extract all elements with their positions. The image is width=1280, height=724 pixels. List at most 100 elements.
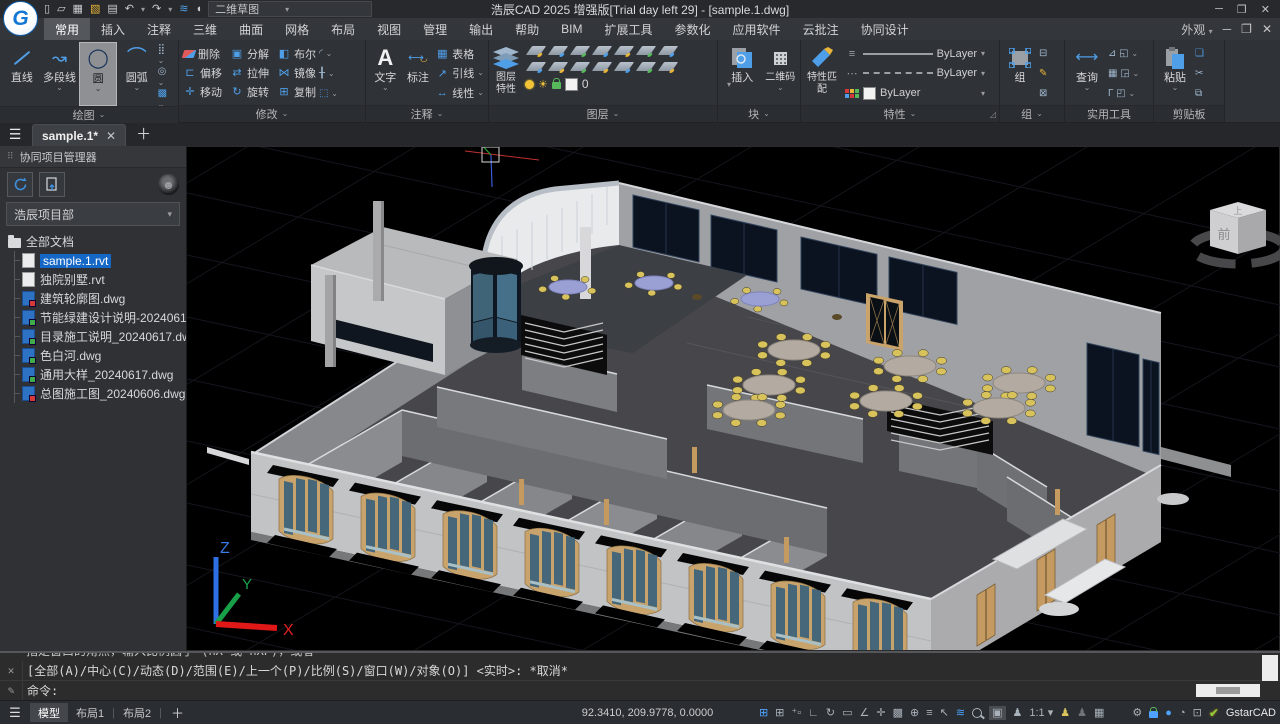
annotation-autoscale-icon[interactable]: ♟ — [1060, 707, 1070, 719]
array-tools-icon[interactable]: ⬚ ⌄ — [319, 88, 338, 99]
layer-walk-icon[interactable] — [614, 46, 634, 55]
copy-button[interactable]: ⊞复制 — [277, 84, 316, 100]
mirror-button[interactable]: ⋈镜像 — [277, 65, 316, 81]
tab-collaboration[interactable]: 协同设计 — [850, 18, 920, 40]
text-button[interactable]: A 文字⌄ — [370, 42, 401, 105]
annotation-visibility-icon[interactable]: ♟ — [1013, 707, 1023, 719]
qr-code-button[interactable]: 二维码⌄ — [765, 42, 796, 105]
layer-thaw-icon[interactable] — [548, 62, 568, 71]
panel-group-label[interactable]: 组⌄ — [1000, 105, 1064, 122]
user-avatar[interactable]: ☻ — [158, 174, 179, 195]
layer-prev-icon[interactable] — [658, 46, 678, 55]
group-select-icon[interactable]: ⊠ — [1039, 88, 1047, 99]
circle-button[interactable]: ◯ 圆⌄ — [79, 42, 117, 106]
angle-measure-icon[interactable]: ⊿ ◱ ⌄ — [1108, 48, 1139, 59]
viewport-controls-icon[interactable]: ▣ — [989, 706, 1005, 720]
explode-button[interactable]: ▣分解 — [230, 46, 269, 62]
quick-view-icon[interactable]: ▦ — [1094, 707, 1104, 719]
tab-help[interactable]: 帮助 — [504, 18, 550, 40]
annotation-monitor-icon[interactable]: ♟ — [1077, 707, 1087, 719]
polar-tracking-icon[interactable]: ↻ — [826, 707, 835, 719]
command-vscrollbar[interactable] — [1262, 655, 1278, 681]
plot-icon[interactable]: ▤ — [107, 2, 117, 16]
tab-apps[interactable]: 应用软件 — [722, 18, 792, 40]
sync-button[interactable] — [7, 172, 33, 197]
save-as-icon[interactable]: ▧ — [90, 2, 100, 16]
tab-layout[interactable]: 布局 — [320, 18, 366, 40]
workspace-select[interactable]: 二维草图 ▾ — [208, 1, 372, 17]
arc-button[interactable]: ⌒ 圆弧⌄ — [119, 42, 155, 106]
cut-icon[interactable]: ✂ — [1195, 68, 1204, 79]
layer-bulb-icon[interactable] — [525, 80, 534, 89]
doc-close-icon[interactable]: ✕ — [1262, 22, 1272, 36]
layer-color-swatch[interactable] — [565, 78, 578, 91]
command-input-row[interactable]: ✎ 命令: — [0, 681, 1280, 700]
panel-modify-label[interactable]: 修改⌄ — [179, 105, 365, 122]
command-line-window[interactable]: 指定窗口的角点，输入比例因子 (nX 或 nXP)，或者 ✕ [全部(A)/中心… — [0, 651, 1280, 700]
tree-file-outline[interactable]: 建筑轮廓图.dwg — [8, 289, 186, 308]
restore-icon[interactable]: ❐ — [1237, 3, 1247, 16]
command-hscrollbar[interactable] — [1196, 684, 1260, 697]
tab-parametric[interactable]: 参数化 — [664, 18, 722, 40]
panel-layer-label[interactable]: 图层⌄ — [489, 105, 717, 122]
layer-off-icon[interactable] — [526, 62, 546, 71]
snap-mode-icon[interactable]: ⁺▫ — [791, 707, 801, 719]
tab-manage[interactable]: 管理 — [412, 18, 458, 40]
panel-block-label[interactable]: 块⌄ — [718, 105, 800, 122]
offset-button[interactable]: ⊏偏移 — [183, 65, 222, 81]
save-icon[interactable]: ▦ — [73, 2, 83, 16]
clean-screen-icon[interactable]: ⊡ — [1193, 707, 1202, 719]
insert-block-button[interactable]: 插入 — [722, 42, 763, 105]
import-file-button[interactable] — [39, 172, 65, 197]
layer-combo[interactable]: ☀ 0 ▾ — [525, 77, 731, 91]
tab-insert[interactable]: 插入 — [90, 18, 136, 40]
ortho-icon[interactable]: ∟ — [808, 707, 819, 719]
panel-properties-label[interactable]: 特性⌄◿ — [801, 105, 999, 122]
isodraft-icon[interactable]: ≋ — [956, 707, 965, 719]
linetype-select[interactable]: ⋯ ByLayer▾ — [845, 67, 985, 80]
redo-icon[interactable]: ↷ — [152, 2, 161, 16]
copy-clip-icon[interactable]: ❏ — [1195, 48, 1204, 59]
doc-minimize-icon[interactable]: ─ — [1223, 22, 1232, 36]
tree-file-detail[interactable]: 通用大样_20240617.dwg — [8, 365, 186, 384]
panel-draw-label[interactable]: 绘图⌄ — [0, 106, 178, 123]
tab-3d[interactable]: 三维 — [182, 18, 228, 40]
object-snap-3d-icon[interactable]: ✛ — [876, 707, 885, 719]
dimension-button[interactable]: ⟷◡ 标注 — [403, 42, 434, 105]
doc-tab-close-icon[interactable]: ✕ — [106, 129, 116, 143]
point-tools-icon[interactable]: ⣿ ⌄ — [158, 44, 173, 66]
drawing-viewport[interactable]: 上前ZYX — [187, 146, 1280, 651]
app-logo[interactable]: G — [3, 1, 38, 36]
tab-home[interactable]: 常用 — [44, 18, 90, 40]
tree-file-siteplan[interactable]: 总图施工图_20240606.dwg — [8, 384, 186, 403]
performance-icon[interactable]: ◔ — [1179, 707, 1186, 719]
layer-match-icon[interactable] — [636, 46, 656, 55]
layer-merge-icon[interactable] — [614, 62, 634, 71]
dynamic-input-icon[interactable]: ▭ — [842, 707, 852, 719]
tab-output[interactable]: 输出 — [458, 18, 504, 40]
tab-view[interactable]: 视图 — [366, 18, 412, 40]
settings-gear-icon[interactable]: ⚙ — [1132, 707, 1142, 719]
panel-annotate-label[interactable]: 注释⌄ — [366, 105, 488, 122]
tab-cloud-markup[interactable]: 云批注 — [792, 18, 850, 40]
layout1-tab[interactable]: 布局1 — [68, 703, 112, 722]
cancel-icon[interactable]: ✕ — [0, 661, 23, 680]
tree-file-catalog[interactable]: 目录施工说明_20240617.dwg — [8, 327, 186, 346]
new-doc-tab-icon[interactable]: ＋ — [128, 123, 159, 146]
grid-snap-icon[interactable]: ⊞ — [759, 707, 768, 719]
open-file-icon[interactable]: ▱ — [57, 2, 65, 16]
calculator-icon[interactable]: ▦ ◲ ⌄ — [1108, 68, 1139, 79]
lineweight-select[interactable]: ≡ ByLayer▾ — [845, 48, 985, 60]
layer-freeze-icon[interactable] — [548, 46, 568, 55]
polyline-button[interactable]: ↝ 多段线⌄ — [42, 42, 78, 106]
paste-button[interactable]: 粘贴⌄ — [1158, 42, 1192, 105]
boolean-button[interactable]: ◧布尔 — [277, 46, 316, 62]
tab-surface[interactable]: 曲面 — [228, 18, 274, 40]
table-button[interactable]: ▦表格 — [435, 46, 484, 62]
ungroup-icon[interactable]: ⊟ — [1039, 48, 1047, 59]
comment-icon[interactable]: ◖ — [195, 2, 202, 16]
group-button[interactable]: 组 — [1004, 42, 1036, 105]
stretch-button[interactable]: ⇄拉伸 — [230, 65, 269, 81]
panel-grip-icon[interactable]: ⠿ — [7, 151, 15, 162]
erase-button[interactable]: 删除 — [183, 46, 222, 62]
